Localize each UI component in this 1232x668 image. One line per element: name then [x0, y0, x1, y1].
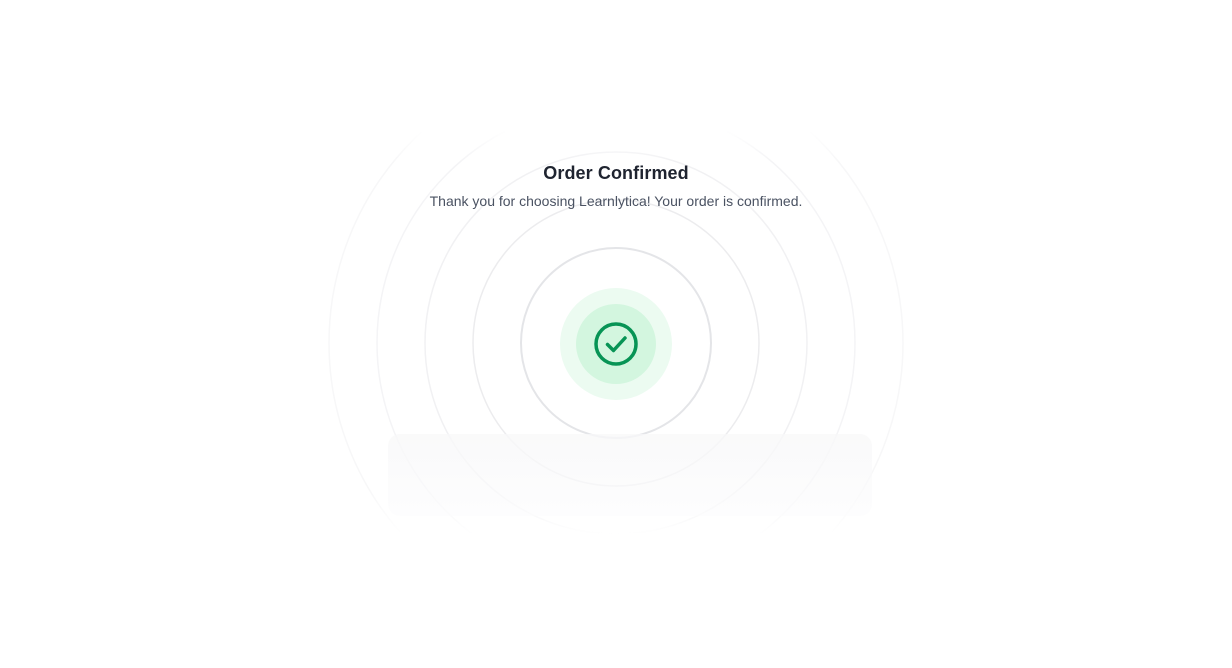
success-badge: [560, 288, 672, 400]
order-confirmation-screen: Order Confirmed Thank you for choosing L…: [0, 0, 1232, 668]
confirmation-title: Order Confirmed: [543, 163, 689, 183]
success-badge-inner: [576, 304, 656, 384]
bottom-fade-overlay: [388, 434, 872, 516]
check-circle-icon: [594, 322, 638, 366]
confirmation-message: Thank you for choosing Learnlytica! Your…: [429, 193, 803, 209]
